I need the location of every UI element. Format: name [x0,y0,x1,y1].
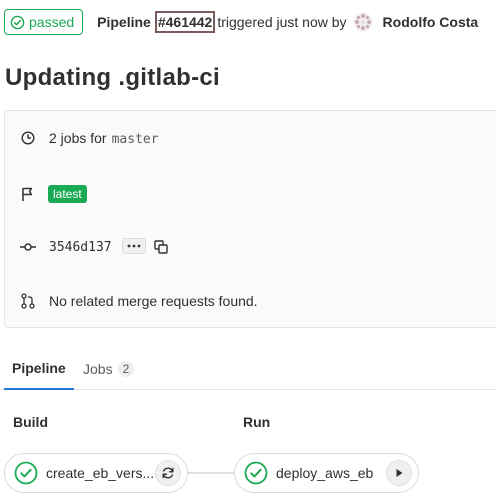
merge-request-text: No related merge requests found. [49,293,258,309]
pipeline-tabs: Pipeline Jobs 2 [0,348,496,390]
check-circle-icon [10,15,25,30]
pipeline-header: passed Pipeline #461442 triggered just n… [4,8,478,36]
tab-pipeline[interactable]: Pipeline [4,348,74,390]
pipeline-id[interactable]: #461442 [154,11,216,33]
jobs-count-text: 2 jobs for [49,129,107,146]
avatar[interactable] [353,12,373,32]
copy-sha-button[interactable] [152,238,170,256]
expand-commit-button[interactable] [122,238,146,254]
pipeline-info-box: 2 jobs for master latest 3546d137 No rela… [4,110,496,328]
commit-icon [19,238,37,256]
merge-request-icon [19,292,37,310]
triggered-text: triggered just now by [217,14,347,30]
jobs-count-badge: 2 [117,361,135,377]
status-badge[interactable]: passed [4,9,84,35]
check-circle-icon [244,461,268,485]
play-button[interactable] [386,460,412,486]
page-title: Updating .gitlab-ci [5,64,221,91]
stage-title-run: Run [243,414,271,430]
clock-icon [19,129,37,147]
status-label: passed [29,14,75,30]
latest-row: latest [5,183,496,205]
tab-jobs[interactable]: Jobs 2 [83,348,135,390]
stage-title-build: Build [13,414,48,430]
pipeline-label: Pipeline [97,14,151,30]
tab-jobs-label: Jobs [83,361,113,377]
ellipsis-icon [127,244,141,248]
commit-row: 3546d137 [5,236,496,258]
flag-icon [19,185,37,203]
check-circle-icon [14,461,38,485]
play-icon [396,469,403,477]
job-name: create_eb_vers... [46,465,155,481]
copy-icon [154,240,168,254]
branch-name[interactable]: master [112,132,159,147]
merge-request-row: No related merge requests found. [5,291,496,311]
job-deploy-aws-eb[interactable]: deploy_aws_eb [234,453,419,493]
stage-connector [188,472,234,474]
latest-badge: latest [48,185,87,203]
tab-pipeline-label: Pipeline [12,360,66,376]
author-name[interactable]: Rodolfo Costa [383,14,479,30]
retry-button[interactable] [155,460,181,486]
job-name: deploy_aws_eb [276,465,374,481]
retry-icon [162,467,174,479]
commit-sha[interactable]: 3546d137 [49,240,112,255]
job-create-eb-version[interactable]: create_eb_vers... [4,453,188,493]
jobs-row: 2 jobs for master [5,128,496,148]
